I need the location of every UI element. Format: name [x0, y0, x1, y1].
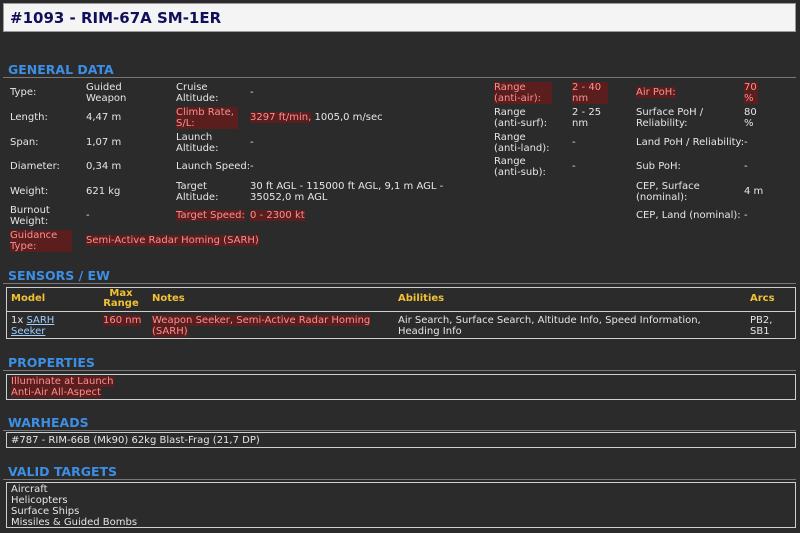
launch-alt-value: - — [250, 137, 254, 148]
warhead-item: #787 - RIM-66B (Mk90) 62kg Blast-Frag (2… — [11, 435, 260, 446]
climb-value: 3297 ft/min, 1005,0 m/sec — [250, 112, 383, 123]
target-item: Surface Ships — [11, 506, 80, 517]
sensor-row-model: 1x SARH Seeker — [11, 315, 71, 337]
section-divider — [3, 77, 796, 78]
air-poh-value: 70 % — [744, 82, 758, 104]
target-alt-label: Target Altitude: — [176, 181, 219, 203]
surface-poh-value: 80 % — [744, 107, 757, 129]
sensor-col-abilities: Abilities — [398, 293, 445, 304]
cep-land-label: CEP, Land (nominal): — [636, 210, 741, 221]
cruise-value: - — [250, 87, 254, 98]
section-properties-heading: PROPERTIES — [8, 355, 95, 370]
sensor-max-range-value: 160 nm — [103, 315, 142, 326]
section-divider — [3, 283, 796, 284]
sensor-notes-value: Weapon Seeker, Semi-Active Radar Homing … — [152, 315, 371, 337]
section-sensors-heading: SENSORS / EW — [8, 268, 110, 283]
sensor-notes: Weapon Seeker, Semi-Active Radar Homing … — [152, 315, 372, 337]
span-value: 1,07 m — [86, 137, 122, 148]
sensors-header-divider — [7, 311, 795, 312]
type-label: Type: — [10, 87, 37, 98]
type-value: Guided Weapon — [86, 82, 127, 104]
span-label: Span: — [10, 137, 39, 148]
climb-value-msec: 1005,0 m/sec — [314, 112, 383, 123]
climb-value-ftmin: 3297 ft/min, — [250, 112, 312, 123]
target-speed-label: Target Speed: — [176, 210, 245, 221]
length-value: 4,47 m — [86, 112, 122, 123]
guidance-value: Semi-Active Radar Homing (SARH) — [86, 235, 259, 246]
property-item: Anti-Air All-Aspect — [11, 387, 101, 398]
cep-land-value: - — [744, 210, 748, 221]
climb-label: Climb Rate, S/L: — [176, 107, 238, 129]
weight-label: Weight: — [10, 186, 49, 197]
range-surf-value: 2 - 25 nm — [572, 107, 602, 129]
sensor-col-model: Model — [11, 293, 46, 304]
properties-box — [6, 374, 796, 400]
range-air-value: 2 - 40 nm — [572, 82, 608, 104]
guidance-label: Guidance Type: — [10, 230, 72, 252]
cruise-label: Cruise Altitude: — [176, 82, 219, 104]
section-divider — [3, 479, 796, 480]
length-label: Length: — [10, 112, 48, 123]
section-general-heading: GENERAL DATA — [8, 62, 114, 77]
launch-speed-value: - — [250, 161, 254, 172]
sensor-arcs: PB2, SB1 — [750, 315, 773, 337]
target-item: Helicopters — [11, 495, 68, 506]
target-item: Aircraft — [11, 484, 48, 495]
range-sub-value: - — [572, 161, 576, 172]
property-item: Illuminate at Launch — [11, 376, 114, 387]
launch-speed-label: Launch Speed: — [176, 161, 251, 172]
diameter-label: Diameter: — [10, 161, 60, 172]
burnout-label: Burnout Weight: — [10, 205, 50, 227]
section-warheads-heading: WARHEADS — [8, 415, 89, 430]
properties-list: Illuminate at Launch Anti-Air All-Aspect — [11, 376, 114, 398]
cep-surface-label: CEP, Surface (nominal): — [636, 181, 700, 203]
sensor-col-arcs: Arcs — [750, 293, 775, 304]
sensor-col-max-range: Max Range — [103, 288, 139, 309]
burnout-value: - — [86, 210, 90, 221]
range-surf-label: Range (anti-surf): — [494, 107, 548, 129]
sub-poh-value: - — [744, 161, 748, 172]
launch-alt-label: Launch Altitude: — [176, 132, 219, 154]
cep-surface-value: 4 m — [744, 186, 764, 197]
section-divider — [3, 430, 796, 431]
target-alt-value: 30 ft AGL - 115000 ft AGL, 9,1 m AGL - 3… — [250, 181, 444, 203]
section-targets-heading: VALID TARGETS — [8, 464, 118, 479]
surface-poh-label: Surface PoH / Reliability: — [636, 107, 704, 129]
page-title: #1093 - RIM-67A SM-1ER — [10, 9, 222, 27]
title-bar: #1093 - RIM-67A SM-1ER — [3, 3, 796, 32]
air-poh-label: Air PoH: — [636, 87, 676, 98]
range-land-value: - — [572, 137, 576, 148]
target-speed-value: 0 - 2300 kt — [250, 210, 305, 221]
range-air-label: Range (anti-air): — [494, 82, 552, 104]
weight-value: 621 kg — [86, 186, 121, 197]
sensor-max-range: 160 nm — [103, 315, 142, 326]
sensor-abilities: Air Search, Surface Search, Altitude Inf… — [398, 315, 701, 337]
section-divider — [3, 370, 796, 371]
sensor-qty: 1x — [11, 315, 24, 326]
sub-poh-label: Sub PoH: — [636, 161, 681, 172]
range-land-label: Range (anti-land): — [494, 132, 550, 154]
land-poh-value: - — [744, 137, 748, 148]
targets-list: Aircraft Helicopters Surface Ships Missi… — [11, 484, 137, 528]
land-poh-label: Land PoH / Reliability: — [636, 137, 745, 148]
diameter-value: 0,34 m — [86, 161, 122, 172]
target-item: Missiles & Guided Bombs — [11, 517, 138, 528]
range-sub-label: Range (anti-sub): — [494, 156, 546, 178]
sensor-col-notes: Notes — [152, 293, 185, 304]
